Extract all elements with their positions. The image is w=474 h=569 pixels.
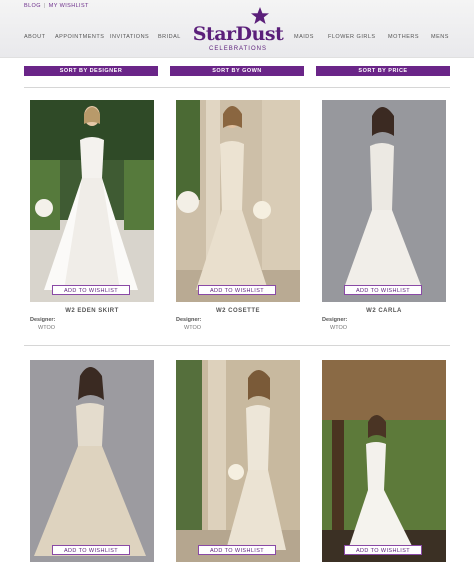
stardust-logo[interactable]: StarDust CELEBRATIONS <box>186 6 290 54</box>
sort-by-gown-button[interactable]: SORT BY GOWN <box>170 66 304 76</box>
add-to-wishlist-button[interactable]: ADD TO WISHLIST <box>52 545 130 555</box>
nav-invitations[interactable]: INVITATIONS <box>110 34 149 40</box>
nav-mothers[interactable]: MOTHERS <box>388 34 419 40</box>
nav-flower-girls[interactable]: FLOWER GIRLS <box>328 34 376 40</box>
divider <box>24 345 450 346</box>
nav-appointments[interactable]: APPOINTMENTS <box>55 34 104 40</box>
add-to-wishlist-button[interactable]: ADD TO WISHLIST <box>344 285 422 295</box>
divider <box>24 87 450 88</box>
product-photo[interactable] <box>322 360 446 562</box>
nav-bridal[interactable]: BRIDAL <box>158 34 181 40</box>
designer-value: WTOO <box>38 325 56 331</box>
designer-label: Designer: <box>176 317 202 323</box>
util-separator: | <box>43 3 46 9</box>
add-to-wishlist-button[interactable]: ADD TO WISHLIST <box>198 285 276 295</box>
add-to-wishlist-button[interactable]: ADD TO WISHLIST <box>52 285 130 295</box>
designer-value: WTOO <box>330 325 348 331</box>
utility-links: BLOG | MY WISHLIST <box>24 3 89 9</box>
nav-mens[interactable]: MENS <box>431 34 449 40</box>
sort-by-price-button[interactable]: SORT BY PRICE <box>316 66 450 76</box>
product-photo[interactable] <box>176 360 300 562</box>
product-name[interactable]: W2 CARLA <box>322 308 446 314</box>
product-name[interactable]: W2 EDEN SKIRT <box>30 308 154 314</box>
logo-subtitle: CELEBRATIONS <box>209 46 267 52</box>
add-to-wishlist-button[interactable]: ADD TO WISHLIST <box>344 545 422 555</box>
logo-wordmark: StarDust <box>192 23 284 45</box>
designer-label: Designer: <box>322 317 348 323</box>
product-photo[interactable] <box>30 100 154 302</box>
blog-link[interactable]: BLOG <box>24 3 41 9</box>
nav-maids[interactable]: MAIDS <box>294 34 314 40</box>
my-wishlist-link[interactable]: MY WISHLIST <box>49 3 89 9</box>
product-photo[interactable] <box>322 100 446 302</box>
product-photo[interactable] <box>176 100 300 302</box>
product-photo[interactable] <box>30 360 154 562</box>
designer-label: Designer: <box>30 317 56 323</box>
sort-by-designer-button[interactable]: SORT BY DESIGNER <box>24 66 158 76</box>
nav-about[interactable]: ABOUT <box>24 34 45 40</box>
designer-value: WTOO <box>184 325 202 331</box>
add-to-wishlist-button[interactable]: ADD TO WISHLIST <box>198 545 276 555</box>
site-header: BLOG | MY WISHLIST ABOUT APPOINTMENTS INVI… <box>0 0 474 58</box>
product-name[interactable]: W2 COSETTE <box>176 308 300 314</box>
